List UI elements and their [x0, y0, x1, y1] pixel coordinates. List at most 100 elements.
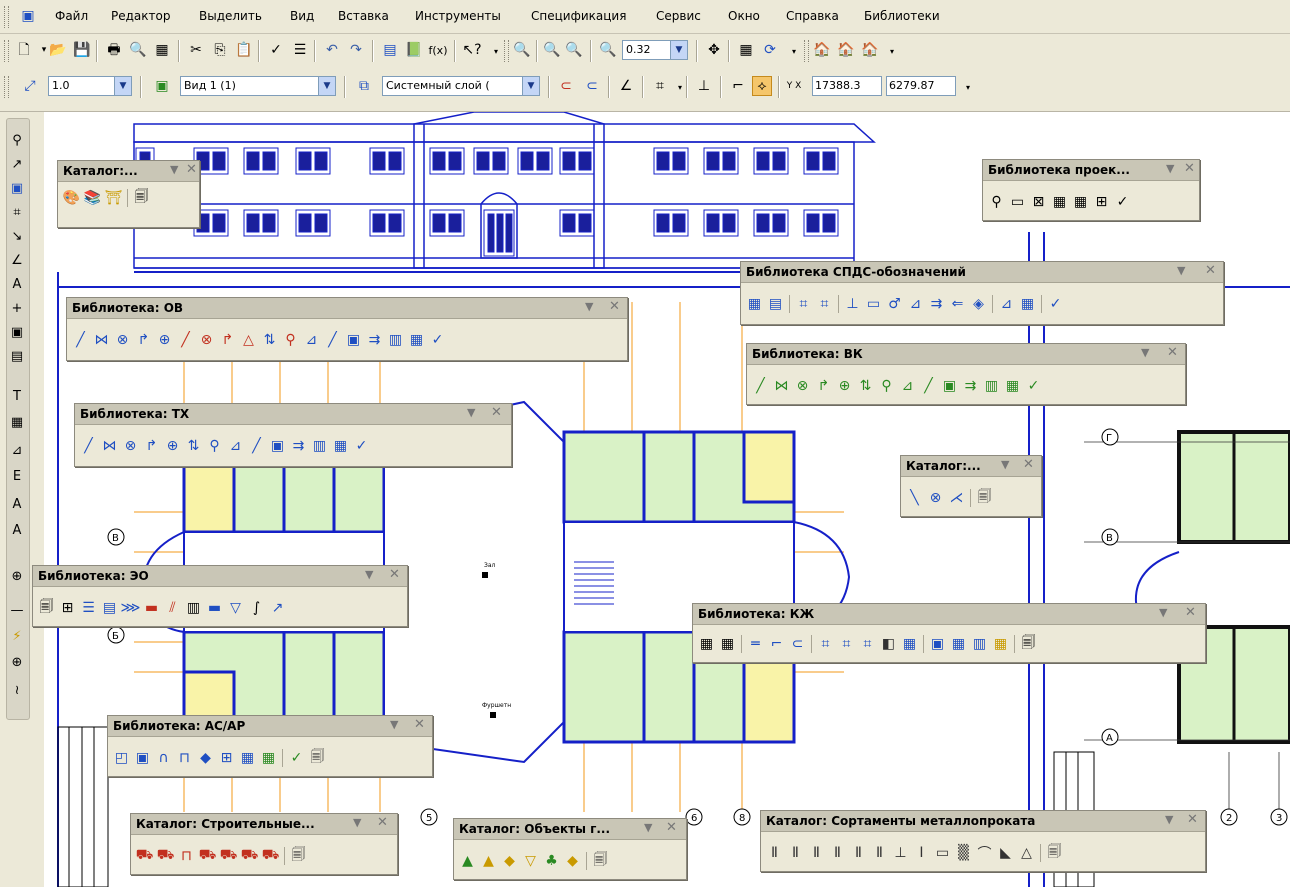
palette-button[interactable]: ⋈ — [100, 438, 119, 454]
parameterization-icon[interactable]: ↘ — [7, 226, 27, 246]
palette-button[interactable]: ▦ — [900, 636, 919, 652]
palette-button[interactable]: ⌗ — [858, 636, 877, 652]
menu-edit[interactable]: Редактор — [111, 9, 170, 23]
menu-service[interactable]: Сервис — [656, 9, 701, 23]
parameterization-icon[interactable]: ∠ — [616, 76, 636, 96]
grid-icon[interactable]: ⌗ — [650, 76, 670, 96]
coord-y-field[interactable]: 17388.3 — [812, 76, 882, 96]
palette-button[interactable]: ▦ — [697, 636, 716, 652]
palette-button[interactable]: ◆ — [196, 750, 215, 766]
show-all-icon[interactable]: ▦ — [736, 40, 756, 60]
close-icon[interactable]: ✕ — [1167, 345, 1178, 360]
designations-icon[interactable]: ▣ — [7, 178, 27, 198]
palette-button[interactable]: ⊠ — [1029, 194, 1048, 210]
chevron-down-icon[interactable]: ▼ — [318, 77, 335, 95]
palette-button[interactable]: ◣ — [996, 845, 1015, 861]
palette-button[interactable]: Ⅰ — [912, 845, 931, 861]
toolbar-grip[interactable] — [4, 40, 9, 62]
list-icon[interactable]: ☰ — [290, 40, 310, 60]
palette-button[interactable]: ▣ — [133, 750, 152, 766]
palette-button[interactable]: ▒ — [954, 845, 973, 861]
palette-button[interactable]: ⛟ — [240, 847, 259, 865]
paste-icon[interactable]: 📋 — [234, 40, 254, 60]
palette-button[interactable]: ▤ — [766, 296, 785, 312]
palette-button[interactable]: ▦ — [331, 438, 350, 454]
palette-button[interactable]: ⛟ — [135, 847, 154, 865]
palette-button[interactable]: ✓ — [352, 438, 371, 454]
palette-button[interactable]: ▣ — [344, 332, 363, 348]
layer-icon[interactable]: ⧉ — [354, 76, 374, 96]
palette-button[interactable]: ⌗ — [816, 636, 835, 652]
print-icon[interactable]: 🖶 — [104, 40, 124, 60]
close-icon[interactable]: ✕ — [1205, 263, 1216, 278]
palette-button[interactable]: ✓ — [1046, 296, 1065, 312]
palette-button[interactable]: ▲ — [458, 853, 477, 869]
variables-icon[interactable]: f(x) — [428, 40, 448, 60]
palette-button[interactable]: ⊞ — [217, 750, 236, 766]
palette-button[interactable]: Ⅱ — [870, 845, 889, 861]
palette-button[interactable]: ▥ — [982, 378, 1001, 394]
library-manager-icon[interactable]: 📗 — [404, 40, 424, 60]
step-combo[interactable]: 1.0 ▼ — [48, 76, 132, 96]
palette-button[interactable]: ⇅ — [260, 332, 279, 348]
toolbar-options-icon[interactable]: ▾ — [784, 42, 804, 62]
toolbar-options-icon[interactable]: ▾ — [882, 42, 902, 62]
palette-button[interactable]: ⇅ — [856, 378, 875, 394]
coord-x-field[interactable]: 6279.87 — [886, 76, 956, 96]
menu-grip[interactable] — [4, 6, 9, 28]
menu-file[interactable]: Файл — [55, 9, 88, 23]
palette-button[interactable]: ⇅ — [184, 438, 203, 454]
palette-button[interactable]: Ⅱ — [849, 845, 868, 861]
palette-button[interactable]: ▭ — [933, 845, 952, 861]
house-add-icon[interactable]: 🏠 — [860, 40, 880, 60]
chevron-down-icon[interactable]: ▼ — [1141, 346, 1149, 359]
menu-tools[interactable]: Инструменты — [415, 9, 501, 23]
palette-button[interactable]: ▦ — [259, 750, 278, 766]
editing-icon[interactable]: ⌗ — [7, 202, 27, 222]
menu-specification[interactable]: Спецификация — [531, 9, 626, 23]
palette-button[interactable]: ▽ — [521, 853, 540, 869]
close-icon[interactable]: ✕ — [609, 299, 620, 314]
palette-button[interactable]: 🎨 — [62, 190, 81, 206]
open-folder-icon[interactable]: 📂 — [48, 40, 68, 60]
palette-header[interactable]: Библиотека проек... ▼ ✕ — [983, 160, 1199, 181]
pan-icon[interactable]: ✥ — [704, 40, 724, 60]
palette-button[interactable]: ↱ — [134, 332, 153, 348]
palette-button[interactable]: ⊿ — [226, 438, 245, 454]
close-icon[interactable]: ✕ — [1023, 457, 1034, 472]
menu-insert[interactable]: Вставка — [338, 9, 389, 23]
close-icon[interactable]: ✕ — [666, 820, 677, 835]
palette-button[interactable]: ▦ — [1071, 194, 1090, 210]
palette-button[interactable]: ↱ — [814, 378, 833, 394]
palette-button[interactable]: 🗐 — [975, 486, 994, 510]
mark-leader-icon[interactable]: E — [7, 466, 27, 486]
chevron-down-icon[interactable]: ▼ — [522, 77, 539, 95]
palette-button[interactable]: ⊗ — [926, 490, 945, 506]
palette-button[interactable]: ⊥ — [891, 845, 910, 861]
palette-button[interactable]: ═ — [746, 636, 765, 652]
palette-button[interactable]: ⊿ — [997, 296, 1016, 312]
palette-button[interactable]: ♣ — [542, 853, 561, 869]
ortho-mode-icon[interactable]: ⌐ — [728, 76, 748, 96]
palette-button[interactable]: ▦ — [949, 636, 968, 652]
palette-button[interactable]: ⚲ — [205, 438, 224, 454]
palette-header[interactable]: Библиотека: ОВ ▼ ✕ — [67, 298, 627, 319]
palette-button[interactable]: 🗐 — [591, 849, 610, 873]
step-cursor-icon[interactable]: ⤢ — [20, 76, 40, 96]
chevron-down-icon[interactable]: ▼ — [365, 568, 373, 581]
zoom-combo[interactable]: 0.32 ▼ — [622, 40, 688, 60]
local-snap-icon[interactable]: ⊂ — [582, 76, 602, 96]
palette-header[interactable]: Библиотека СПДС-обозначений ▼ ✕ — [741, 262, 1223, 283]
palette-header[interactable]: Каталог:... ▼ ✕ — [58, 161, 199, 182]
palette-button[interactable]: ▥ — [184, 600, 203, 616]
menu-window[interactable]: Окно — [728, 9, 760, 23]
palette-button[interactable]: ⋙ — [121, 600, 141, 616]
palette-button[interactable]: 🗐 — [308, 746, 327, 770]
properties-icon[interactable]: ▦ — [152, 40, 172, 60]
close-icon[interactable]: ✕ — [389, 567, 400, 582]
cut-icon[interactable]: ✂ — [186, 40, 206, 60]
palette-button[interactable]: ▭ — [864, 296, 883, 312]
palette-button[interactable]: ▣ — [268, 438, 287, 454]
palette-button[interactable]: ☰ — [79, 600, 98, 616]
palette-button[interactable]: ⌗ — [794, 296, 813, 312]
